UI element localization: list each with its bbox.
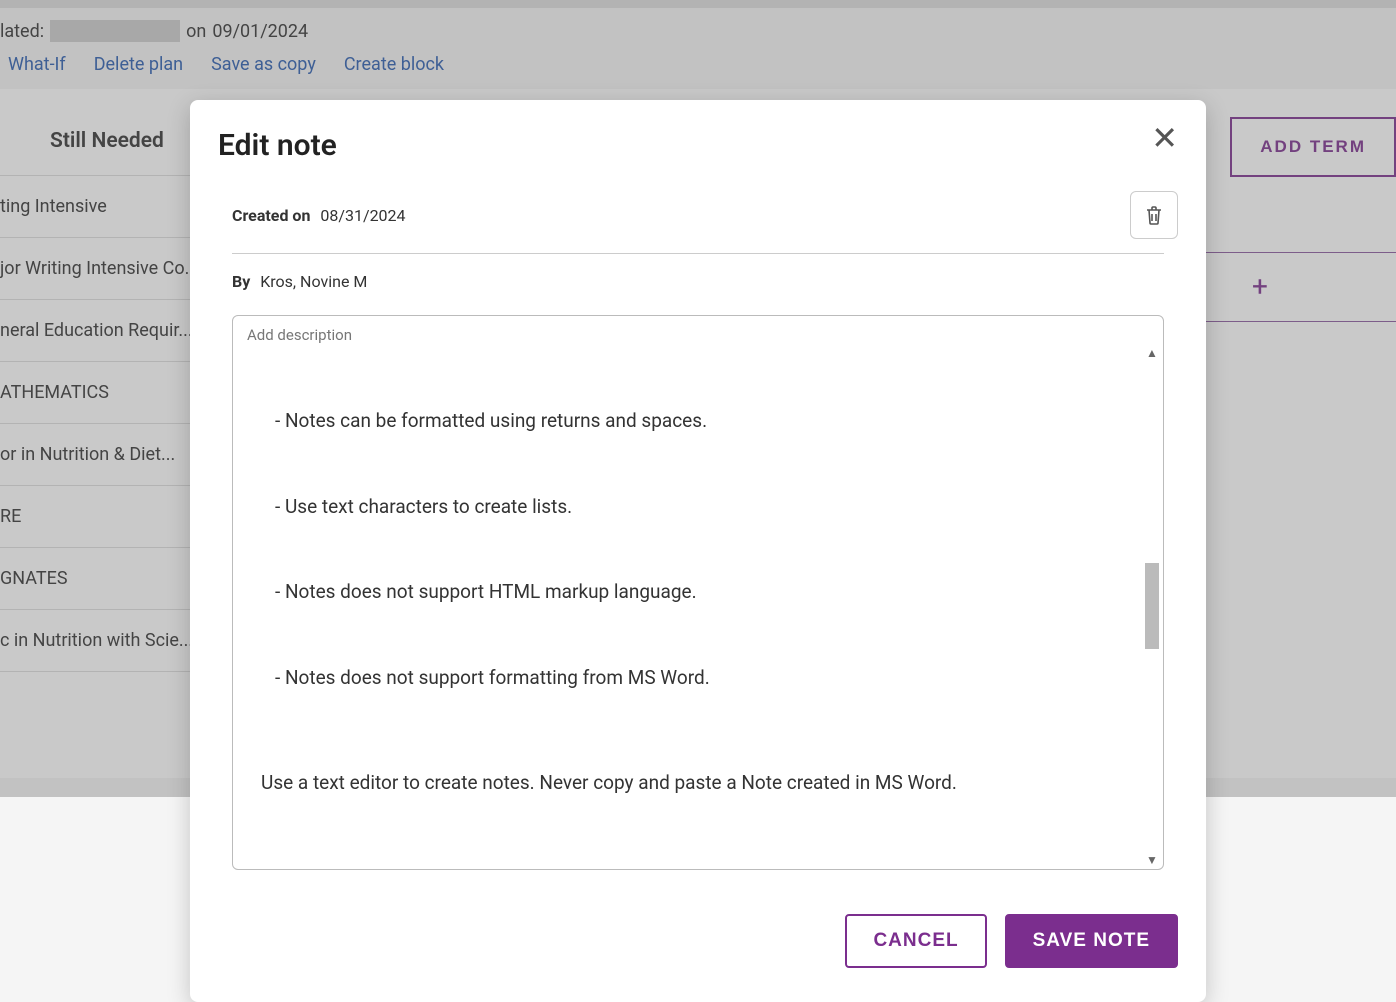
- created-date: 08/31/2024: [320, 206, 405, 225]
- close-icon: ✕: [1151, 120, 1178, 156]
- close-button[interactable]: ✕: [1151, 122, 1178, 154]
- textarea-scrollbar[interactable]: ▲ ▼: [1143, 346, 1161, 867]
- scroll-thumb[interactable]: [1145, 563, 1159, 649]
- note-line: - Use text characters to create lists.: [261, 493, 1149, 522]
- trash-icon: [1144, 204, 1164, 226]
- scroll-down-icon[interactable]: ▼: [1143, 853, 1161, 867]
- by-row: By Kros, Novine M: [218, 272, 1178, 291]
- scroll-up-icon[interactable]: ▲: [1143, 346, 1161, 360]
- cancel-button[interactable]: CANCEL: [845, 914, 986, 968]
- save-note-button[interactable]: SAVE NOTE: [1005, 914, 1178, 968]
- description-textarea[interactable]: - Notes can be formatted using returns a…: [247, 350, 1149, 855]
- created-label: Created on: [232, 206, 310, 225]
- modal-overlay: Edit note ✕ Created on 08/31/2024 By Kro…: [0, 0, 1396, 797]
- delete-note-button[interactable]: [1130, 191, 1178, 239]
- description-field[interactable]: Add description - Notes can be formatted…: [232, 315, 1164, 870]
- note-line: - Notes does not support HTML markup lan…: [261, 578, 1149, 607]
- by-label: By: [232, 272, 250, 291]
- created-row: Created on 08/31/2024: [218, 191, 1178, 239]
- by-name: Kros, Novine M: [260, 272, 367, 291]
- note-line: - Notes can be formatted using returns a…: [261, 407, 1149, 436]
- description-label: Add description: [247, 326, 1149, 344]
- modal-actions: CANCEL SAVE NOTE: [218, 914, 1178, 968]
- note-line: Use a text editor to create notes. Never…: [261, 769, 1149, 798]
- modal-title: Edit note: [218, 128, 1178, 163]
- note-line: - Notes does not support formatting from…: [261, 664, 1149, 693]
- edit-note-modal: Edit note ✕ Created on 08/31/2024 By Kro…: [190, 100, 1206, 1002]
- divider: [232, 253, 1164, 254]
- created-on-text: Created on 08/31/2024: [232, 206, 406, 225]
